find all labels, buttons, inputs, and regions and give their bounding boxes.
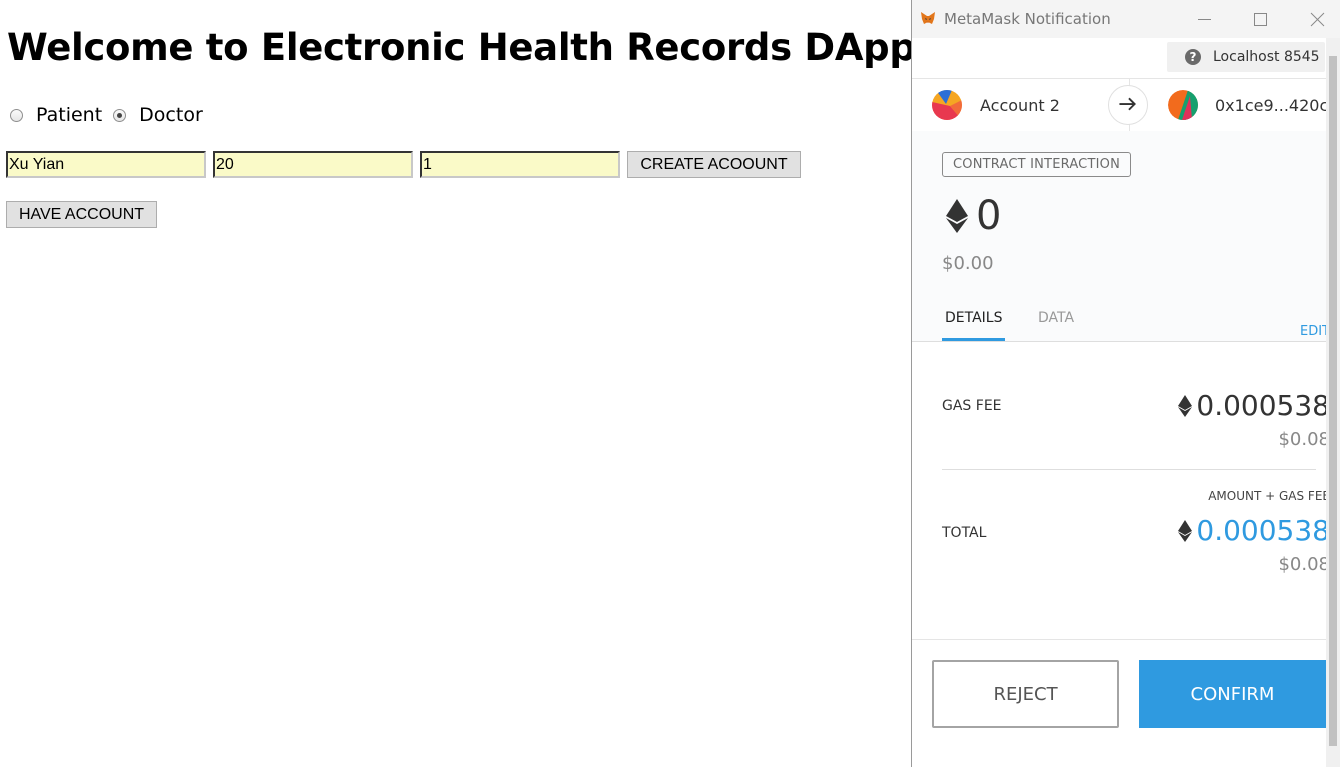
total-fiat: $0.08 xyxy=(1278,554,1330,575)
amount: 0 xyxy=(946,193,1001,239)
active-tab-indicator xyxy=(942,338,1005,341)
confirm-button[interactable]: CONFIRM xyxy=(1139,660,1326,728)
reject-button[interactable]: REJECT xyxy=(932,660,1119,728)
gas-fee-amount: 0.000538 xyxy=(1178,389,1330,422)
to-address-text: 0x1ce9...420c xyxy=(1215,95,1327,115)
contract-identicon-icon xyxy=(1168,90,1198,120)
total-label: TOTAL xyxy=(942,525,987,541)
patient-radio[interactable] xyxy=(10,108,23,122)
account-bar: Account 2 0x1ce9...420c xyxy=(912,78,1327,132)
transaction-summary: CONTRACT INTERACTION 0 $0.00 DETAILS DAT… xyxy=(912,131,1326,342)
action-footer: REJECT CONFIRM xyxy=(912,639,1326,730)
name-input[interactable] xyxy=(6,151,206,178)
create-account-button[interactable]: CREATE ACOOUNT xyxy=(627,151,801,178)
total-eth: 0.000538 xyxy=(1196,514,1330,547)
close-icon[interactable] xyxy=(1305,7,1329,31)
maximize-icon[interactable] xyxy=(1248,7,1272,31)
doctor-radio[interactable] xyxy=(113,108,127,122)
ethereum-icon xyxy=(1178,394,1193,417)
role-selector: Patient Doctor xyxy=(10,104,214,126)
gas-fee-fiat: $0.08 xyxy=(1278,429,1330,450)
from-account-name: Account 2 xyxy=(980,95,1060,115)
id-input[interactable] xyxy=(420,151,620,178)
account-identicon-icon xyxy=(932,90,962,120)
contract-interaction-badge: CONTRACT INTERACTION xyxy=(942,152,1131,177)
question-icon: ? xyxy=(1185,49,1201,65)
total-sub-label: AMOUNT + GAS FEE xyxy=(1208,489,1330,503)
patient-radio-label: Patient xyxy=(36,104,103,126)
from-account[interactable]: Account 2 xyxy=(912,79,1129,131)
doctor-radio-label: Doctor xyxy=(139,104,203,126)
amount-fiat: $0.00 xyxy=(942,253,994,274)
network-name: Localhost 8545 xyxy=(1213,49,1320,65)
ethereum-icon xyxy=(1178,519,1193,542)
have-account-button[interactable]: HAVE ACCOUNT xyxy=(6,201,157,228)
metamask-fox-icon xyxy=(921,12,935,24)
network-selector[interactable]: ? Localhost 8545 xyxy=(1167,42,1325,72)
tab-details[interactable]: DETAILS xyxy=(945,310,1002,326)
scrollbar-thumb[interactable] xyxy=(1329,56,1337,746)
arrow-right-icon xyxy=(1108,85,1148,125)
to-address[interactable]: 0x1ce9...420c xyxy=(1129,79,1327,131)
age-input[interactable] xyxy=(213,151,413,178)
total-amount: 0.000538 xyxy=(1178,514,1330,547)
divider xyxy=(942,469,1316,470)
page-title: Welcome to Electronic Health Records DAp… xyxy=(7,26,916,69)
window-titlebar[interactable]: MetaMask Notification xyxy=(912,0,1340,38)
detail-tabs: DETAILS DATA xyxy=(912,301,1326,342)
metamask-window: MetaMask Notification ? Localhost 8545 A… xyxy=(911,0,1340,767)
gas-fee-eth: 0.000538 xyxy=(1196,389,1330,422)
tab-data[interactable]: DATA xyxy=(1038,310,1074,326)
minimize-icon[interactable] xyxy=(1192,7,1216,31)
ethereum-icon xyxy=(946,199,968,233)
amount-value: 0 xyxy=(976,193,1002,239)
gas-fee-label: GAS FEE xyxy=(942,398,1002,414)
scrollbar[interactable] xyxy=(1326,38,1340,767)
window-title: MetaMask Notification xyxy=(944,10,1111,28)
